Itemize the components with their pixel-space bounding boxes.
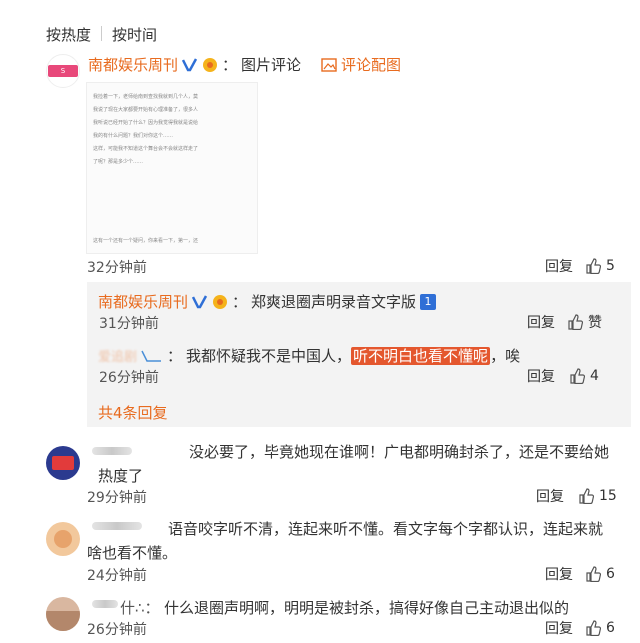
blurred-username[interactable] [92, 447, 132, 455]
logo-icon: S [48, 65, 78, 77]
reply-author-name[interactable]: 爱追剧 [98, 346, 137, 365]
like-button[interactable]: 6 [585, 566, 615, 582]
comment-time: 26分钟前 [87, 622, 147, 638]
post-time: 32分钟前 [87, 260, 147, 276]
sort-by-time[interactable]: 按时间 [112, 24, 157, 45]
like-count: 6 [606, 566, 615, 582]
highlighted-text: 听不明白也看不懂呢 [351, 347, 491, 365]
reply-time: 31分钟前 [99, 316, 159, 332]
verified-icon [192, 294, 208, 308]
comment-prefix: 什∴： [120, 599, 160, 617]
like-button[interactable]: 4 [569, 368, 599, 384]
blurred-username[interactable] [92, 522, 142, 530]
member-badge-icon [141, 350, 162, 362]
reply-button[interactable]: 回复 [545, 564, 573, 584]
reply-text: 郑爽退圈声明录音文字版 [251, 293, 417, 311]
reply-time: 26分钟前 [99, 370, 159, 386]
thumb-up-icon [586, 258, 601, 274]
comment-text: 没必要了，毕竟她现在谁啊！广电都明确封杀了，还是不要给她 [189, 443, 610, 461]
post-colon: ： [222, 56, 238, 74]
like-button[interactable]: 赞 [567, 312, 602, 332]
number-one-badge: 1 [420, 293, 437, 310]
reply-colon: ： [167, 347, 183, 365]
fan-badge-icon [213, 294, 228, 309]
verified-icon [182, 57, 198, 71]
like-button[interactable]: 6 [585, 620, 615, 636]
thumb-up-icon [579, 488, 594, 504]
thumb-up-icon [586, 620, 601, 636]
reply-text: 我都怀疑我不是中国人， 听不明白也看不懂呢 ，唉 [186, 347, 521, 365]
image-line: 我听说已经开始了什么？因为我觉得我就是说给 [93, 120, 199, 126]
image-line: 这样，可能我不知道这个舞台会不会就这样走了 [93, 146, 199, 152]
image-line: 我捡着一下，老师给南到查找我就到几个人，莫 [93, 94, 199, 100]
blurred-username[interactable] [92, 600, 118, 608]
like-count: 4 [590, 368, 599, 384]
like-count: 6 [606, 620, 615, 636]
more-replies-link[interactable]: 共4条回复 [98, 402, 168, 423]
view-image-link[interactable]: 评论配图 [341, 54, 401, 75]
user-avatar[interactable] [46, 522, 80, 556]
comment-time: 29分钟前 [87, 490, 147, 506]
comment-text: 什么退圈声明啊，明明是被封杀，搞得好像自己主动退出似的 [164, 599, 570, 617]
reply-button[interactable]: 回复 [545, 256, 573, 276]
thumb-up-icon [586, 566, 601, 582]
author-avatar[interactable]: S [46, 54, 80, 88]
image-icon [321, 57, 337, 72]
post-author-name[interactable]: 南都娱乐周刊 [88, 54, 178, 75]
like-count: 5 [606, 258, 615, 274]
reply-author-name[interactable]: 南都娱乐周刊 [98, 291, 188, 312]
post-caption: 图片评论 [241, 56, 302, 74]
image-footer: 这有一个还有一个疑问，你来看一下，第一，还 [93, 238, 199, 244]
image-line: 了呢？那是多少个…… [93, 159, 144, 165]
user-avatar[interactable] [46, 597, 80, 631]
comment-text: 语音咬字听不清，连起来听不懂。看文字每个字都认识，连起来就 [168, 520, 604, 538]
user-avatar[interactable] [46, 446, 80, 480]
reply-button[interactable]: 回复 [545, 618, 573, 638]
like-label: 赞 [588, 315, 602, 331]
avatar-image [54, 530, 72, 548]
comment-text: 啥也看不懂。 [87, 544, 178, 562]
avatar-image [46, 611, 80, 631]
comment-text: 热度了 [98, 467, 144, 485]
comment-image[interactable]: 我捡着一下，老师给南到查找我就到几个人，莫 我说了现在大家都要开始有心理准备了，… [86, 82, 258, 254]
thumb-up-icon [570, 368, 585, 384]
thumb-up-icon [568, 314, 583, 330]
reply-button[interactable]: 回复 [527, 312, 555, 332]
sort-by-hot[interactable]: 按热度 [46, 24, 91, 45]
fan-badge-icon [203, 57, 218, 72]
reply-button[interactable]: 回复 [527, 366, 555, 386]
comment-time: 24分钟前 [87, 568, 147, 584]
avatar-image [52, 456, 74, 470]
reply-colon: ： [232, 293, 248, 311]
like-button[interactable]: 15 [578, 488, 617, 504]
like-count: 15 [599, 488, 617, 504]
like-button[interactable]: 5 [585, 258, 615, 274]
reply-button[interactable]: 回复 [536, 486, 564, 506]
image-line: 我的有什么问题？我们对你这个…… [93, 133, 174, 139]
image-line: 我说了现在大家都要开始有心理准备了，很多人 [93, 107, 199, 113]
sort-divider [101, 26, 102, 41]
